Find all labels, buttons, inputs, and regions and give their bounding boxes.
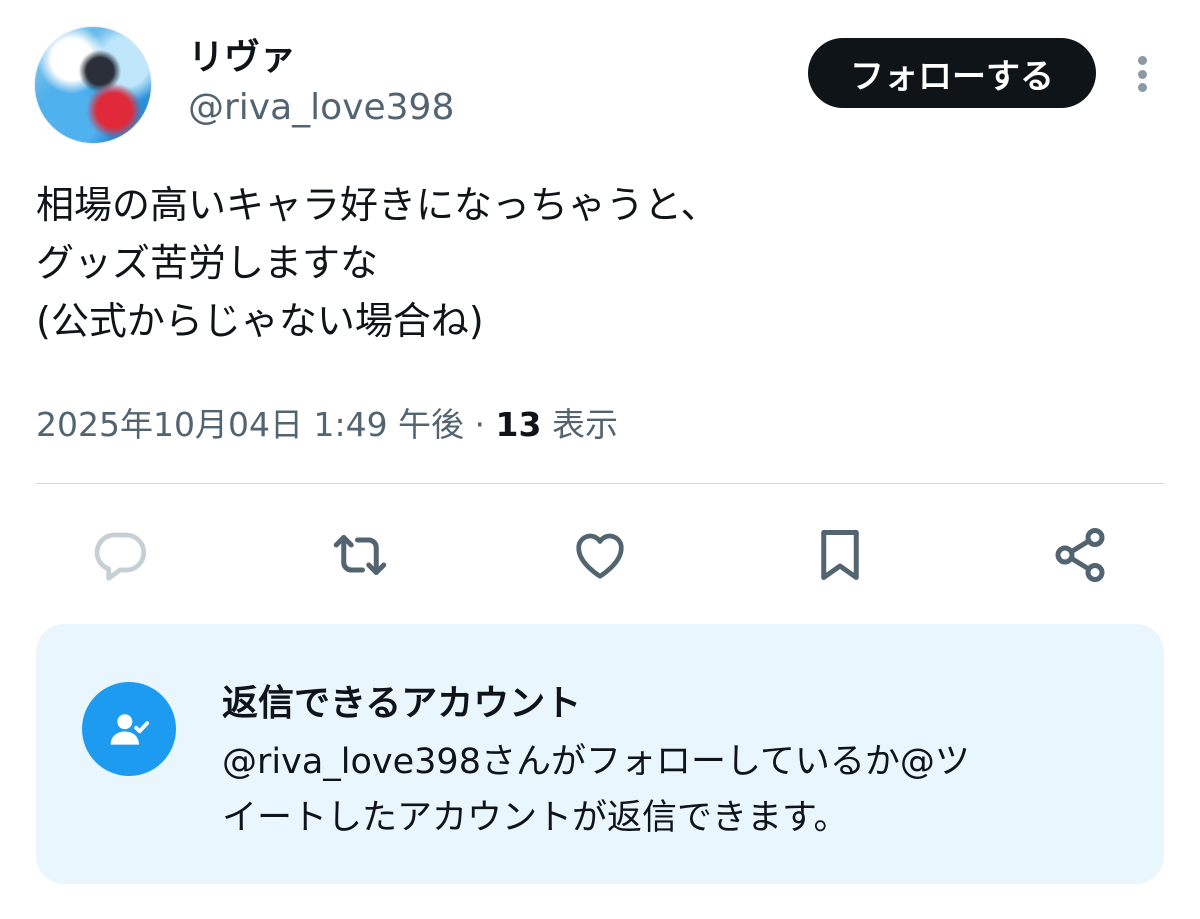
- tweet-text: 相場の高いキャラ好きになっちゃうと、 グッズ苦労しますな (公式からじゃない場合…: [36, 176, 718, 350]
- more-dot: [1137, 56, 1147, 65]
- retweet-icon: [333, 535, 387, 575]
- author-avatar[interactable]: [34, 26, 152, 144]
- heart-icon: [576, 533, 624, 579]
- tweet-line: グッズ苦労しますな: [36, 241, 379, 285]
- meta-separator: ·: [464, 405, 496, 444]
- views-count: 13: [495, 405, 542, 444]
- user-check-glyph: [110, 714, 149, 745]
- reply-restriction-title: 返信できるアカウント: [222, 683, 582, 724]
- tweet-timestamp[interactable]: 2025年10月04日 1:49 午後: [36, 405, 464, 444]
- author-display-name[interactable]: リヴァ: [188, 36, 296, 80]
- user-check-icon: [82, 682, 176, 776]
- bookmark-button[interactable]: [808, 523, 872, 587]
- more-dot: [1137, 83, 1147, 92]
- reply-restriction-line: イートしたアカウントが返信できます。: [222, 798, 849, 838]
- tweet-meta: 2025年10月04日 1:49 午後 · 13 表示: [36, 400, 618, 450]
- like-button[interactable]: [568, 523, 632, 587]
- reply-icon: [94, 532, 147, 581]
- retweet-button[interactable]: [328, 523, 392, 587]
- reply-restriction-card: 返信できるアカウント @riva_love398さんがフォローしているか@ツ イ…: [36, 624, 1164, 884]
- follow-button[interactable]: フォローする: [808, 38, 1096, 108]
- share-button[interactable]: [1048, 523, 1112, 587]
- more-options-icon[interactable]: [1124, 52, 1160, 96]
- author-handle[interactable]: @riva_love398: [188, 86, 454, 130]
- views-label: 表示: [551, 405, 618, 444]
- tweet-line: 相場の高いキャラ好きになっちゃうと、: [36, 183, 719, 227]
- reply-button[interactable]: [88, 523, 152, 587]
- more-dot: [1137, 69, 1147, 79]
- share-icon: [1055, 528, 1105, 583]
- bookmark-icon: [821, 530, 859, 580]
- reply-restriction-line: @riva_love398さんがフォローしているか@ツ: [222, 742, 970, 782]
- reply-restriction-description: @riva_love398さんがフォローしているか@ツ イートしたアカウントが返…: [222, 734, 970, 846]
- divider: [36, 483, 1164, 484]
- tweet-line: (公式からじゃない場合ね): [36, 299, 484, 343]
